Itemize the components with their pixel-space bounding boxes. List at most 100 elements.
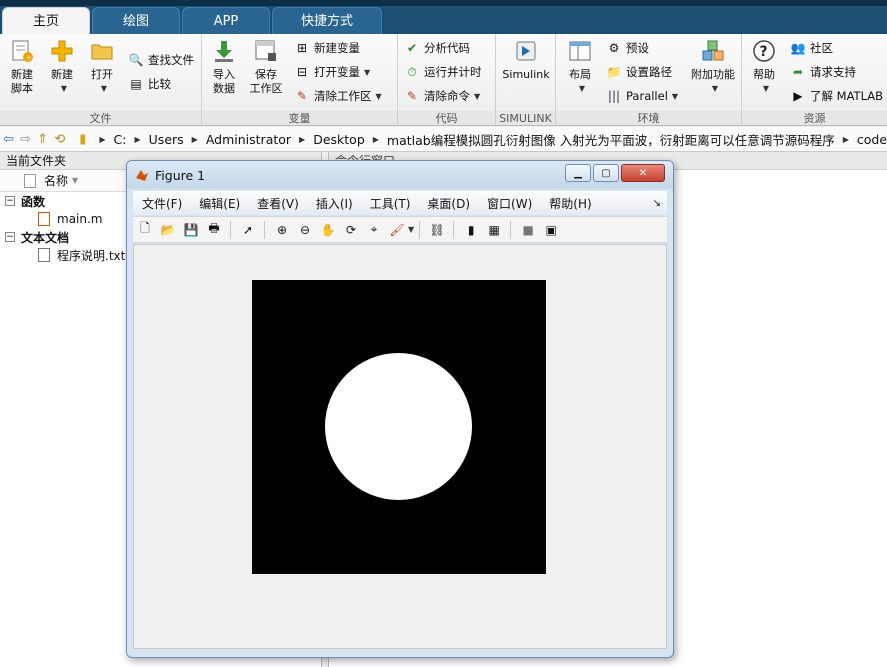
group-resources: ? 帮助 ▼ 👥 社区 ➦ 请求支持 ▶ 了解 MATLAB 资源 xyxy=(742,34,887,125)
back-arrow-icon[interactable]: ⇦ xyxy=(0,132,17,147)
parallel-button[interactable]: ||| Parallel ▼ xyxy=(606,86,678,106)
tab-home[interactable]: 主页 xyxy=(2,7,90,34)
legend-icon[interactable]: ▦ xyxy=(483,220,505,240)
chevron-down-icon: ▼ xyxy=(578,84,586,93)
matlab-desktop: 主页 绘图 APP 快捷方式 + 新建 脚本 新建 ▼ 打开 ▼ 🔍 查找文件 … xyxy=(0,0,887,667)
figure-menu-item[interactable]: 文件(F) xyxy=(142,195,182,212)
pan-hand-icon[interactable]: ✋ xyxy=(317,220,339,240)
breadcrumb-item[interactable]: Users xyxy=(149,132,184,147)
new-script-icon: + xyxy=(9,38,35,64)
breadcrumb-separator-icon[interactable]: ▶ xyxy=(192,135,198,144)
analyze-code-button[interactable]: ✔ 分析代码 xyxy=(404,38,470,58)
matlab-logo-icon xyxy=(135,168,149,182)
chevron-down-icon: ▼ xyxy=(711,84,719,93)
figure-title-bar[interactable]: Figure 1 ▁ ▢ ✕ xyxy=(127,161,673,189)
group-code: ✔ 分析代码 ⏱ 运行并计时 ✎ 清除命令 ▼ 代码 xyxy=(398,34,496,125)
open-file-icon[interactable]: 📂 xyxy=(157,220,179,240)
help-button[interactable]: ? 帮助 ▼ xyxy=(744,38,784,96)
tab-apps[interactable]: APP xyxy=(182,7,270,34)
analyze-code-label: 分析代码 xyxy=(424,41,470,55)
simulink-button[interactable]: Simulink xyxy=(500,38,552,82)
breadcrumb-separator-icon[interactable]: ▶ xyxy=(135,135,141,144)
group-resources-title: 资源 xyxy=(742,111,887,125)
zoom-in-icon[interactable]: ⊕ xyxy=(271,220,293,240)
brush-icon[interactable]: 🖌 xyxy=(386,220,408,240)
tree-group-label: 函数 xyxy=(21,194,46,209)
breadcrumb-separator-icon[interactable]: ▶ xyxy=(299,135,305,144)
diffraction-image-axes[interactable] xyxy=(252,280,546,574)
breadcrumb-separator-icon[interactable]: ▶ xyxy=(99,135,105,144)
browse-folder-icon[interactable]: ⟲ xyxy=(51,132,68,147)
compare-button[interactable]: ▤ 比较 xyxy=(128,74,171,94)
collapse-icon[interactable]: − xyxy=(5,232,15,242)
dock-arrow-icon[interactable]: ↘ xyxy=(653,198,661,209)
request-support-button[interactable]: ➦ 请求支持 xyxy=(790,62,856,82)
breadcrumb-separator-icon[interactable]: ▶ xyxy=(373,135,379,144)
preferences-button[interactable]: ⚙ 预设 xyxy=(606,38,649,58)
open-button[interactable]: 打开 ▼ xyxy=(82,38,122,96)
community-button[interactable]: 👥 社区 xyxy=(790,38,833,58)
zoom-out-icon[interactable]: ⊖ xyxy=(294,220,316,240)
run-and-time-button[interactable]: ⏱ 运行并计时 xyxy=(404,62,481,82)
new-script-label: 新建 脚本 xyxy=(11,68,33,95)
close-button[interactable]: ✕ xyxy=(621,164,665,182)
tab-plots[interactable]: 绘图 xyxy=(92,7,180,34)
chevron-down-icon: ▼ xyxy=(60,84,68,93)
new-figure-icon[interactable]: 🗋 xyxy=(134,220,156,240)
maximize-icon: ▢ xyxy=(601,167,611,179)
import-data-button[interactable]: 导入 数据 xyxy=(204,38,244,96)
save-workspace-icon xyxy=(253,38,279,64)
link-plot-icon[interactable]: ⛓ xyxy=(426,220,448,240)
figure-menu-item[interactable]: 帮助(H) xyxy=(549,195,591,212)
chevron-down-icon[interactable]: ▼ xyxy=(408,225,414,234)
print-icon[interactable]: 🖶 xyxy=(203,220,225,240)
group-file-title: 文件 xyxy=(0,111,201,125)
maximize-button[interactable]: ▢ xyxy=(593,164,619,182)
breadcrumb-item[interactable]: Administrator xyxy=(206,132,291,147)
open-variable-label: 打开变量 xyxy=(314,65,360,79)
save-icon[interactable]: 💾 xyxy=(180,220,202,240)
new-button[interactable]: 新建 ▼ xyxy=(42,38,82,96)
open-variable-button[interactable]: ⊟ 打开变量 ▼ xyxy=(294,62,370,82)
import-arrow-icon xyxy=(211,38,237,64)
find-files-button[interactable]: 🔍 查找文件 xyxy=(128,50,194,70)
colorbar-icon[interactable]: ▮ xyxy=(460,220,482,240)
layout-icon xyxy=(567,38,593,64)
collapse-icon[interactable]: − xyxy=(5,196,15,206)
data-cursor-icon[interactable]: ⌖ xyxy=(363,220,385,240)
pointer-arrow-icon[interactable]: ➚ xyxy=(237,220,259,240)
show-plot-tools-icon[interactable]: ▣ xyxy=(540,220,562,240)
up-folder-icon[interactable]: ⇑ xyxy=(34,132,51,147)
addons-button[interactable]: 附加功能 ▼ xyxy=(688,38,738,96)
figure-menu-item[interactable]: 窗口(W) xyxy=(487,195,532,212)
set-path-button[interactable]: 📁 设置路径 xyxy=(606,62,672,82)
chevron-down-icon: ▼ xyxy=(100,84,108,93)
minimize-button[interactable]: ▁ xyxy=(565,164,591,182)
figure-menu-item[interactable]: 编辑(E) xyxy=(199,195,240,212)
rotate-3d-icon[interactable]: ⟳ xyxy=(340,220,362,240)
figure-window[interactable]: Figure 1 ▁ ▢ ✕ 文件(F) 编辑(E) 查看(V) 插入(I) 工具(T)… xyxy=(126,160,674,658)
breadcrumb-item[interactable]: C: xyxy=(114,132,127,147)
learn-matlab-button[interactable]: ▶ 了解 MATLAB xyxy=(790,86,883,106)
new-variable-button[interactable]: ⊞ 新建变量 xyxy=(294,38,360,58)
forward-arrow-icon[interactable]: ⇨ xyxy=(17,132,34,147)
tab-shortcuts[interactable]: 快捷方式 xyxy=(272,7,382,34)
svg-text:+: + xyxy=(26,53,33,62)
breadcrumb-item[interactable]: matlab编程模拟圆孔衍射图像 入射光为平面波，衍射距离可以任意调节源码程序 xyxy=(387,130,835,149)
figure-menu-item[interactable]: 查看(V) xyxy=(257,195,299,212)
new-script-button[interactable]: + 新建 脚本 xyxy=(2,38,42,96)
figure-menu-item[interactable]: 桌面(D) xyxy=(427,195,470,212)
figure-menu-item[interactable]: 插入(I) xyxy=(316,195,353,212)
group-variable: 导入 数据 保存 工作区 ⊞ 新建变量 ⊟ 打开变量 ▼ ✎ 清除工作区 ▼ 变… xyxy=(202,34,398,125)
save-workspace-button[interactable]: 保存 工作区 xyxy=(246,38,286,96)
chevron-down-icon: ▼ xyxy=(762,84,770,93)
layout-button[interactable]: 布局 ▼ xyxy=(560,38,600,96)
ribbon-tab-bar: 主页 绘图 APP 快捷方式 xyxy=(0,0,887,34)
breadcrumb-item[interactable]: code xyxy=(857,132,887,147)
hide-plot-tools-icon[interactable]: ■ xyxy=(517,220,539,240)
breadcrumb-item[interactable]: Desktop xyxy=(313,132,365,147)
figure-menu-item[interactable]: 工具(T) xyxy=(370,195,411,212)
breadcrumb-separator-icon[interactable]: ▶ xyxy=(843,135,849,144)
clear-workspace-button[interactable]: ✎ 清除工作区 ▼ xyxy=(294,86,382,106)
clear-commands-button[interactable]: ✎ 清除命令 ▼ xyxy=(404,86,480,106)
